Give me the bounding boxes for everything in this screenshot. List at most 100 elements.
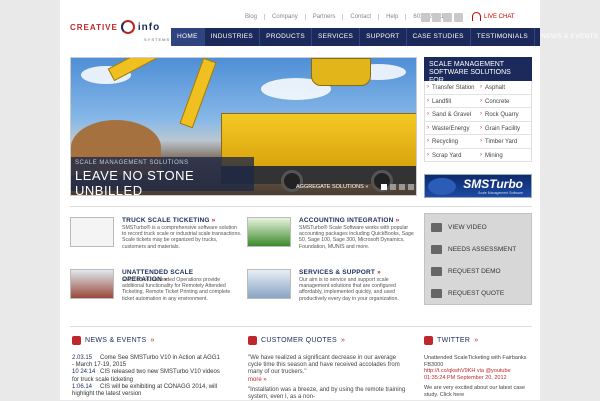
solutions-grid: Transfer Station Asphalt Landfill Concre… [424,81,532,162]
youtube-icon[interactable] [443,13,452,22]
request-demo-label: REQUEST DEMO [448,267,501,275]
news-column: NEWS & EVENTS 2.03.15Come See SMSTurbo V… [72,336,222,398]
checklist-icon [431,244,442,254]
quickbooks-thumbnail [247,217,291,247]
solution-link[interactable]: Asphalt [478,81,531,95]
request-quote-label: REQUEST QUOTE [448,289,505,297]
divider [70,206,532,207]
ticket-screenshot-thumbnail [70,217,114,247]
view-video-button[interactable]: VIEW VIDEO [431,220,525,234]
news-item[interactable]: 10 24:14 CIS released two new SMSTurbo V1… [72,369,222,383]
live-chat-button[interactable]: LIVE CHAT [472,12,515,21]
main-nav: HOME INDUSTRIES PRODUCTS SERVICES SUPPOR… [171,28,598,46]
quotes-column: CUSTOMER QUOTES "We have realized a sign… [248,336,408,401]
twitter-bird-icon [424,336,433,345]
news-item[interactable]: 2.03.15 Come See SMSTurbo V10 in Action a… [72,355,222,369]
quotes-heading[interactable]: CUSTOMER QUOTES [248,336,408,345]
slider-dot[interactable] [408,184,414,190]
headset-icon [472,12,481,21]
slider-dot[interactable] [390,184,396,190]
request-quote-button[interactable]: REQUEST QUOTE [431,286,525,300]
hero-slider[interactable]: SCALE MANAGEMENT SOLUTIONS LEAVE NO STON… [70,57,417,196]
hero-title: LEAVE NO STONE UNBILLED [75,168,195,196]
solution-link[interactable]: Timber Yard [478,135,531,149]
nav-services[interactable]: SERVICES [310,28,359,46]
news-list: 2.03.15 Come See SMSTurbo V10 in Action a… [72,355,222,398]
logo[interactable]: CREATIVE info SYSTEMS [70,20,169,42]
feature-accounting: ACCOUNTING INTEGRATION SMSTurbo® Scale S… [247,217,414,263]
smsturbo-subtitle: Scale Management Software [478,191,523,195]
live-chat-label: LIVE CHAT [484,13,515,20]
action-box: VIEW VIDEO NEEDS ASSESSMENT REQUEST DEMO… [424,213,532,305]
slider-dot[interactable] [399,184,405,190]
help-link[interactable]: Help [379,14,407,20]
kiosk-thumbnail [70,269,114,299]
quote-more-link[interactable]: more » [248,377,408,384]
blog-link[interactable]: Blog [238,14,266,20]
nav-case-studies[interactable]: CASE STUDIES [405,28,470,46]
feature-title[interactable]: ACCOUNTING INTEGRATION [299,217,399,224]
social-icons [421,13,463,22]
quote-list: "We have realized a significant decrease… [248,355,408,401]
solution-link[interactable]: Recycling [425,135,478,149]
megaphone-icon [72,336,81,345]
video-icon [431,222,442,232]
smsturbo-banner[interactable]: SMSTurbo Scale Management Software [424,174,532,198]
request-demo-button[interactable]: REQUEST DEMO [431,264,525,278]
feature-body: SMSTurbo Unattended Operations provide a… [122,277,231,302]
quote-bubble-icon [248,336,257,345]
facebook-icon[interactable] [421,13,430,22]
solution-link[interactable]: Transfer Station [425,81,478,95]
feature-services: SERVICES & SUPPORT Our aim is to service… [247,269,412,315]
tweet-text: Unattended ScaleTicketing with Fairbanks… [424,355,527,368]
twitter-heading[interactable]: TWITTER [424,336,532,345]
slider-dot[interactable] [381,184,387,190]
nav-support[interactable]: SUPPORT [359,28,405,46]
partners-link[interactable]: Partners [306,14,344,20]
news-item[interactable]: 1:06.14 CIS will be exhibiting at CONAGG … [72,384,222,398]
solution-link[interactable]: Landfill [425,95,478,108]
twitter-icon[interactable] [432,13,441,22]
nav-industries[interactable]: INDUSTRIES [203,28,259,46]
feature-title[interactable]: SERVICES & SUPPORT [299,269,381,276]
solution-link[interactable]: Grain Facility [478,122,531,135]
news-title: NEWS & EVENTS [85,337,147,344]
logo-circle-icon [120,20,135,34]
monitor-icon [431,266,442,276]
nav-testimonials[interactable]: TESTIMONIALS [469,28,534,46]
feature-body: SMSTurbo® Scale Software works with popu… [299,225,414,250]
twitter-title: TWITTER [437,337,471,344]
logo-word-systems: SYSTEMS [144,37,171,42]
solution-link[interactable]: Mining [478,149,531,162]
solution-link[interactable]: Concrete [478,95,531,108]
aggregate-solutions-link[interactable]: AGGREGATE SOLUTIONS » [296,184,368,190]
excavator-bucket [311,58,371,86]
contact-link[interactable]: Contact [343,14,380,20]
solution-link[interactable]: Waste/Energy [425,122,478,135]
feature-title[interactable]: TRUCK SCALE TICKETING [122,217,215,224]
news-heading[interactable]: NEWS & EVENTS [72,336,222,345]
hero-subtitle: SCALE MANAGEMENT SOLUTIONS [75,160,189,166]
solutions-heading: SCALE MANAGEMENT SOFTWARE SOLUTIONS FOR [424,57,532,84]
globe-icon [428,178,456,195]
nav-home[interactable]: HOME [171,28,204,46]
news-date: 2.03.15 [72,355,93,361]
news-date: 1:06.14 [72,383,93,390]
feature-body: SMSTurbo® is a comprehensive software so… [122,225,242,250]
solution-link[interactable]: Rock Quarry [478,108,531,122]
solution-link[interactable]: Scrap Yard [425,149,478,162]
nav-news-events[interactable]: NEWS & EVENTS [534,28,600,46]
feature-unattended: UNATTENDED SCALE OPERATION SMSTurbo Unat… [70,269,235,315]
quote-text: "We have realized a significant decrease… [248,355,400,376]
nav-products[interactable]: PRODUCTS [259,28,311,46]
solution-link[interactable]: Sand & Gravel [425,108,478,122]
logo-word-creative: CREATIVE [70,22,118,32]
news-date: 10 24:14 [72,369,96,376]
solutions-panel: SCALE MANAGEMENT SOFTWARE SOLUTIONS FOR … [424,57,532,162]
divider [70,326,532,327]
company-link[interactable]: Company [265,14,306,20]
tweet-time: 01:35:24 PM September 20, 2012 [424,374,507,381]
needs-assessment-button[interactable]: NEEDS ASSESSMENT [431,242,525,256]
linkedin-icon[interactable] [454,13,463,22]
feature-body: Our aim is to service and support scale … [299,277,399,302]
